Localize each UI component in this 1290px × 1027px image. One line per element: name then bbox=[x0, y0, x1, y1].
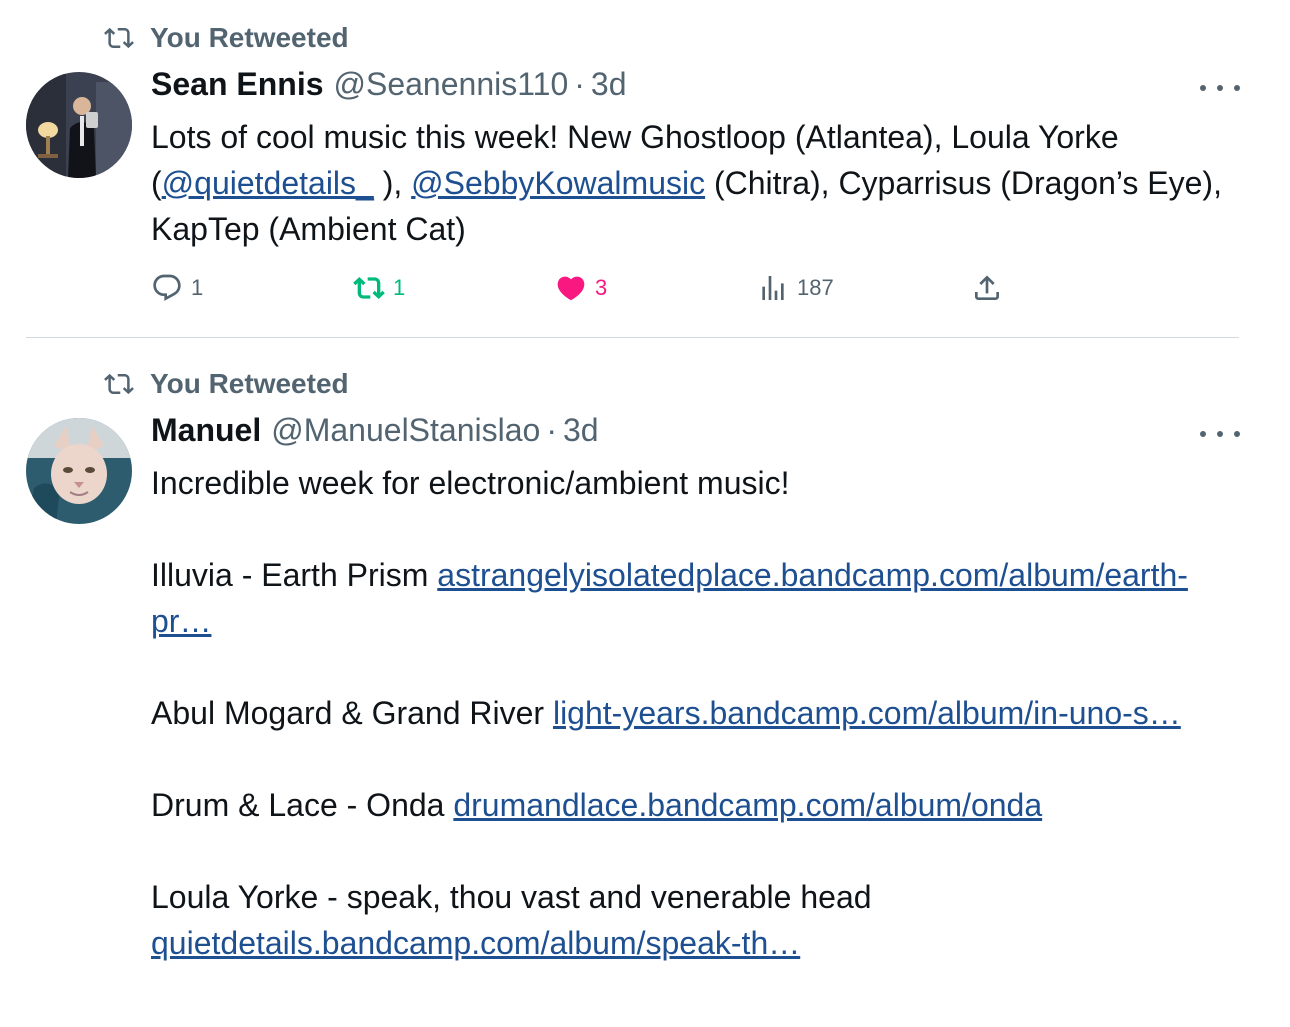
action-bar: 1 1 3 187 bbox=[151, 272, 1051, 306]
tweet-divider bbox=[26, 337, 1239, 338]
retweet-icon bbox=[353, 277, 385, 299]
tweet-text: Lots of cool music this week! New Ghostl… bbox=[151, 114, 1231, 252]
share-icon bbox=[975, 275, 999, 300]
music-entry: Loula Yorke - speak, thou vast and vener… bbox=[151, 874, 1231, 966]
retweet-label: You Retweeted bbox=[150, 22, 349, 53]
views-icon bbox=[762, 276, 784, 300]
like-button[interactable]: 3 bbox=[555, 272, 607, 304]
retweet-label: You Retweeted bbox=[150, 368, 349, 399]
tweet-text: Incredible week for electronic/ambient m… bbox=[151, 460, 1231, 966]
display-name[interactable]: Manuel bbox=[151, 412, 261, 449]
entry-label: Drum & Lace - Onda bbox=[151, 787, 454, 823]
reply-count: 1 bbox=[191, 275, 204, 300]
more-icon[interactable] bbox=[1200, 78, 1240, 98]
views-button[interactable]: 187 bbox=[757, 272, 834, 304]
retweet-count: 1 bbox=[393, 275, 406, 300]
separator-dot: · bbox=[546, 412, 557, 448]
more-dot bbox=[1217, 85, 1223, 91]
display-name[interactable]: Sean Ennis bbox=[151, 66, 324, 103]
more-icon[interactable] bbox=[1200, 424, 1240, 444]
retweet-icon bbox=[104, 373, 134, 395]
separator-dot: · bbox=[574, 66, 585, 102]
more-dot bbox=[1200, 431, 1206, 437]
entry-label: Loula Yorke - speak, thou vast and vener… bbox=[151, 879, 872, 915]
entry-label: Illuvia - Earth Prism bbox=[151, 557, 438, 593]
heart-icon bbox=[557, 276, 585, 301]
more-dot bbox=[1234, 85, 1240, 91]
retweet-banner: You Retweeted bbox=[102, 22, 349, 54]
views-count: 187 bbox=[797, 275, 834, 300]
bandcamp-link[interactable]: drumandlace.bandcamp.com/album/onda bbox=[453, 787, 1042, 823]
reply-button[interactable]: 1 bbox=[151, 272, 203, 304]
mention-link[interactable]: @quietdetails_ bbox=[162, 165, 374, 201]
timestamp[interactable]: 3d bbox=[591, 66, 627, 103]
bandcamp-link[interactable]: light-years.bandcamp.com/album/in-uno-s… bbox=[553, 695, 1181, 731]
music-entry: Illuvia - Earth Prism astrangelyisolated… bbox=[151, 552, 1231, 644]
more-dot bbox=[1200, 85, 1206, 91]
avatar[interactable] bbox=[26, 72, 132, 178]
retweet-banner: You Retweeted bbox=[102, 368, 349, 400]
more-dot bbox=[1234, 431, 1240, 437]
tweet-header: Sean Ennis @Seanennis110 · 3d bbox=[151, 66, 626, 103]
music-entry: Drum & Lace - Onda drumandlace.bandcamp.… bbox=[151, 782, 1231, 828]
entry-label: Abul Mogard & Grand River bbox=[151, 695, 553, 731]
tweet-header: Manuel @ManuelStanislao · 3d bbox=[151, 412, 599, 449]
reply-icon bbox=[153, 274, 181, 301]
timestamp[interactable]: 3d bbox=[563, 412, 599, 449]
more-dot bbox=[1217, 431, 1223, 437]
avatar-image bbox=[26, 72, 132, 178]
retweet-icon bbox=[104, 27, 134, 49]
bandcamp-link[interactable]: quietdetails.bandcamp.com/album/speak-th… bbox=[151, 925, 800, 961]
user-handle[interactable]: @Seanennis110 bbox=[334, 66, 569, 103]
retweet-button[interactable]: 1 bbox=[353, 272, 405, 304]
avatar-image bbox=[26, 418, 132, 524]
share-button[interactable] bbox=[971, 272, 1003, 304]
mention-link[interactable]: @SebbyKowalmusic bbox=[411, 165, 705, 201]
avatar[interactable] bbox=[26, 418, 132, 524]
tweet-intro: Incredible week for electronic/ambient m… bbox=[151, 465, 790, 501]
user-handle[interactable]: @ManuelStanislao bbox=[271, 412, 540, 449]
tweet-text-segment: ), bbox=[373, 165, 412, 201]
music-entry: Abul Mogard & Grand River light-years.ba… bbox=[151, 690, 1231, 736]
like-count: 3 bbox=[595, 275, 608, 300]
